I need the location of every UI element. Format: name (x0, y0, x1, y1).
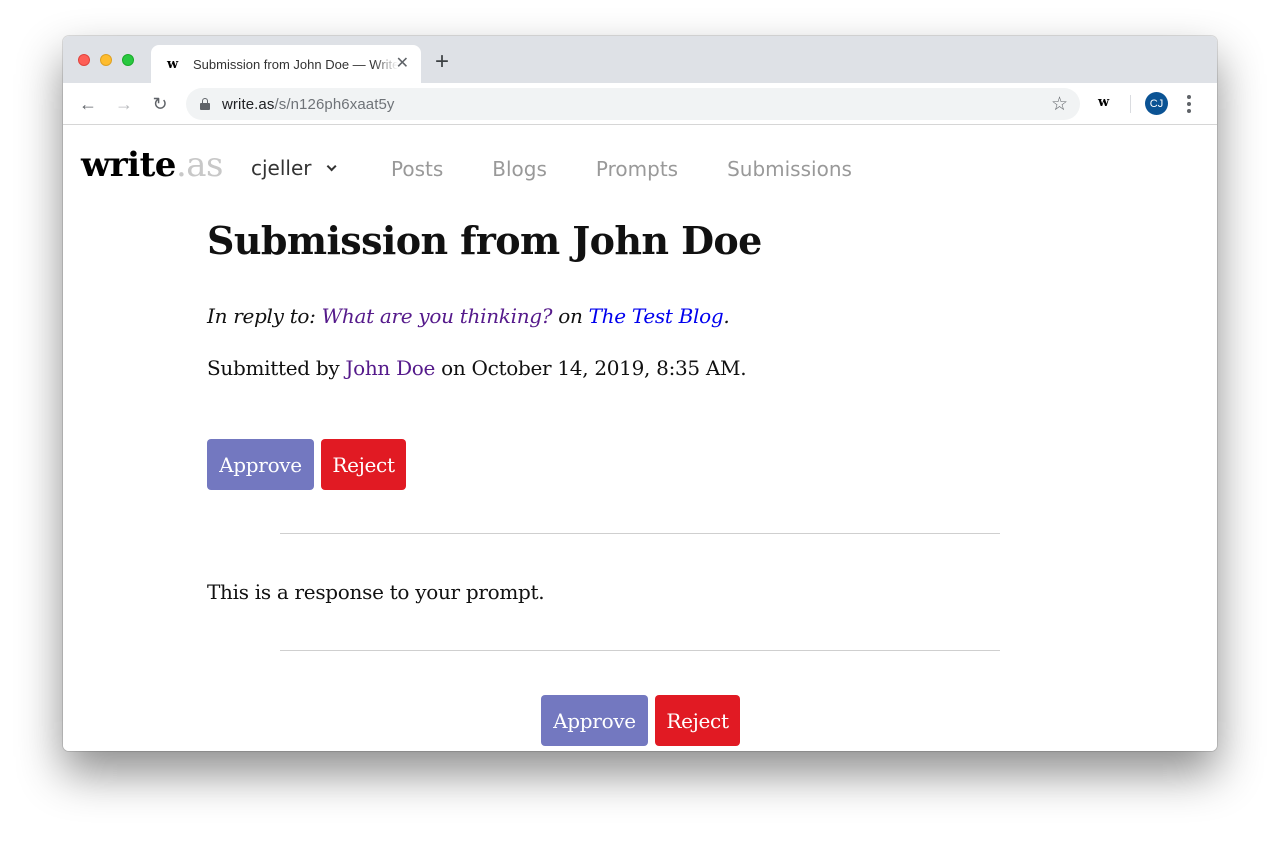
blog-link[interactable]: The Test Blog (589, 304, 724, 328)
submitted-date: on October 14, 2019, 8:35 AM. (435, 356, 747, 380)
chevron-down-icon (326, 160, 337, 171)
reload-icon[interactable]: ↻ (149, 93, 171, 115)
more-menu-icon[interactable] (1187, 95, 1191, 113)
maximize-window-button[interactable] (122, 54, 134, 66)
forward-icon[interactable]: → (113, 93, 135, 115)
bookmark-star-icon[interactable]: ☆ (1051, 93, 1068, 116)
tab-title: Submission from John Doe — Write.as (193, 56, 398, 72)
submission-body: This is a response to your prompt. (207, 580, 545, 604)
site-logo[interactable]: write.as (81, 145, 223, 185)
writeas-extension-icon[interactable]: w (1098, 95, 1109, 110)
nav-prompts[interactable]: Prompts (596, 157, 678, 181)
url-host: write.as (222, 95, 275, 113)
new-tab-button[interactable]: + (435, 50, 449, 74)
minimize-window-button[interactable] (100, 54, 112, 66)
reply-info: In reply to: What are you thinking? on T… (207, 304, 730, 328)
reply-suffix: . (723, 304, 730, 328)
reply-on: on (552, 304, 589, 328)
reply-prefix: In reply to: (207, 304, 322, 328)
page-title: Submission from John Doe (207, 218, 762, 263)
author-link[interactable]: John Doe (345, 356, 435, 380)
close-window-button[interactable] (78, 54, 90, 66)
user-menu-dropdown[interactable]: cjeller (251, 156, 337, 180)
url-text[interactable]: write.as/s/n126ph6xaat5y (222, 96, 395, 113)
approve-button-top[interactable]: Approve (207, 439, 314, 490)
nav-blogs[interactable]: Blogs (492, 157, 547, 181)
logo-main: write (81, 145, 176, 185)
prompt-link[interactable]: What are you thinking? (322, 304, 553, 328)
submitted-info: Submitted by John Doe on October 14, 201… (207, 356, 747, 380)
reject-button-top[interactable]: Reject (321, 439, 406, 490)
logo-suffix: .as (175, 145, 224, 185)
nav-posts[interactable]: Posts (391, 157, 443, 181)
lock-icon (200, 98, 210, 110)
approve-button-bottom[interactable]: Approve (541, 695, 648, 746)
browser-tab[interactable]: w Submission from John Doe — Write.as ✕ (151, 45, 421, 83)
reject-button-bottom[interactable]: Reject (655, 695, 740, 746)
favicon-icon: w (167, 56, 179, 72)
url-path: /s/n126ph6xaat5y (274, 95, 395, 113)
divider (280, 650, 1000, 651)
tab-strip: w Submission from John Doe — Write.as ✕ … (63, 36, 1217, 83)
browser-toolbar: ← → ↻ write.as/s/n126ph6xaat5y ☆ w CJ (63, 83, 1217, 125)
submitted-prefix: Submitted by (207, 356, 346, 380)
page-content: write.as cjeller Posts Blogs Prompts Sub… (63, 125, 1217, 751)
site-nav: Posts Blogs Prompts Submissions (391, 157, 901, 181)
address-bar[interactable]: write.as/s/n126ph6xaat5y ☆ (186, 88, 1080, 120)
toolbar-divider (1130, 95, 1131, 113)
profile-avatar[interactable]: CJ (1145, 92, 1168, 115)
username: cjeller (251, 156, 312, 180)
browser-window: w Submission from John Doe — Write.as ✕ … (63, 36, 1217, 751)
back-icon[interactable]: ← (77, 93, 99, 115)
close-tab-icon[interactable]: ✕ (396, 55, 409, 73)
divider (280, 533, 1000, 534)
nav-submissions[interactable]: Submissions (727, 157, 852, 181)
